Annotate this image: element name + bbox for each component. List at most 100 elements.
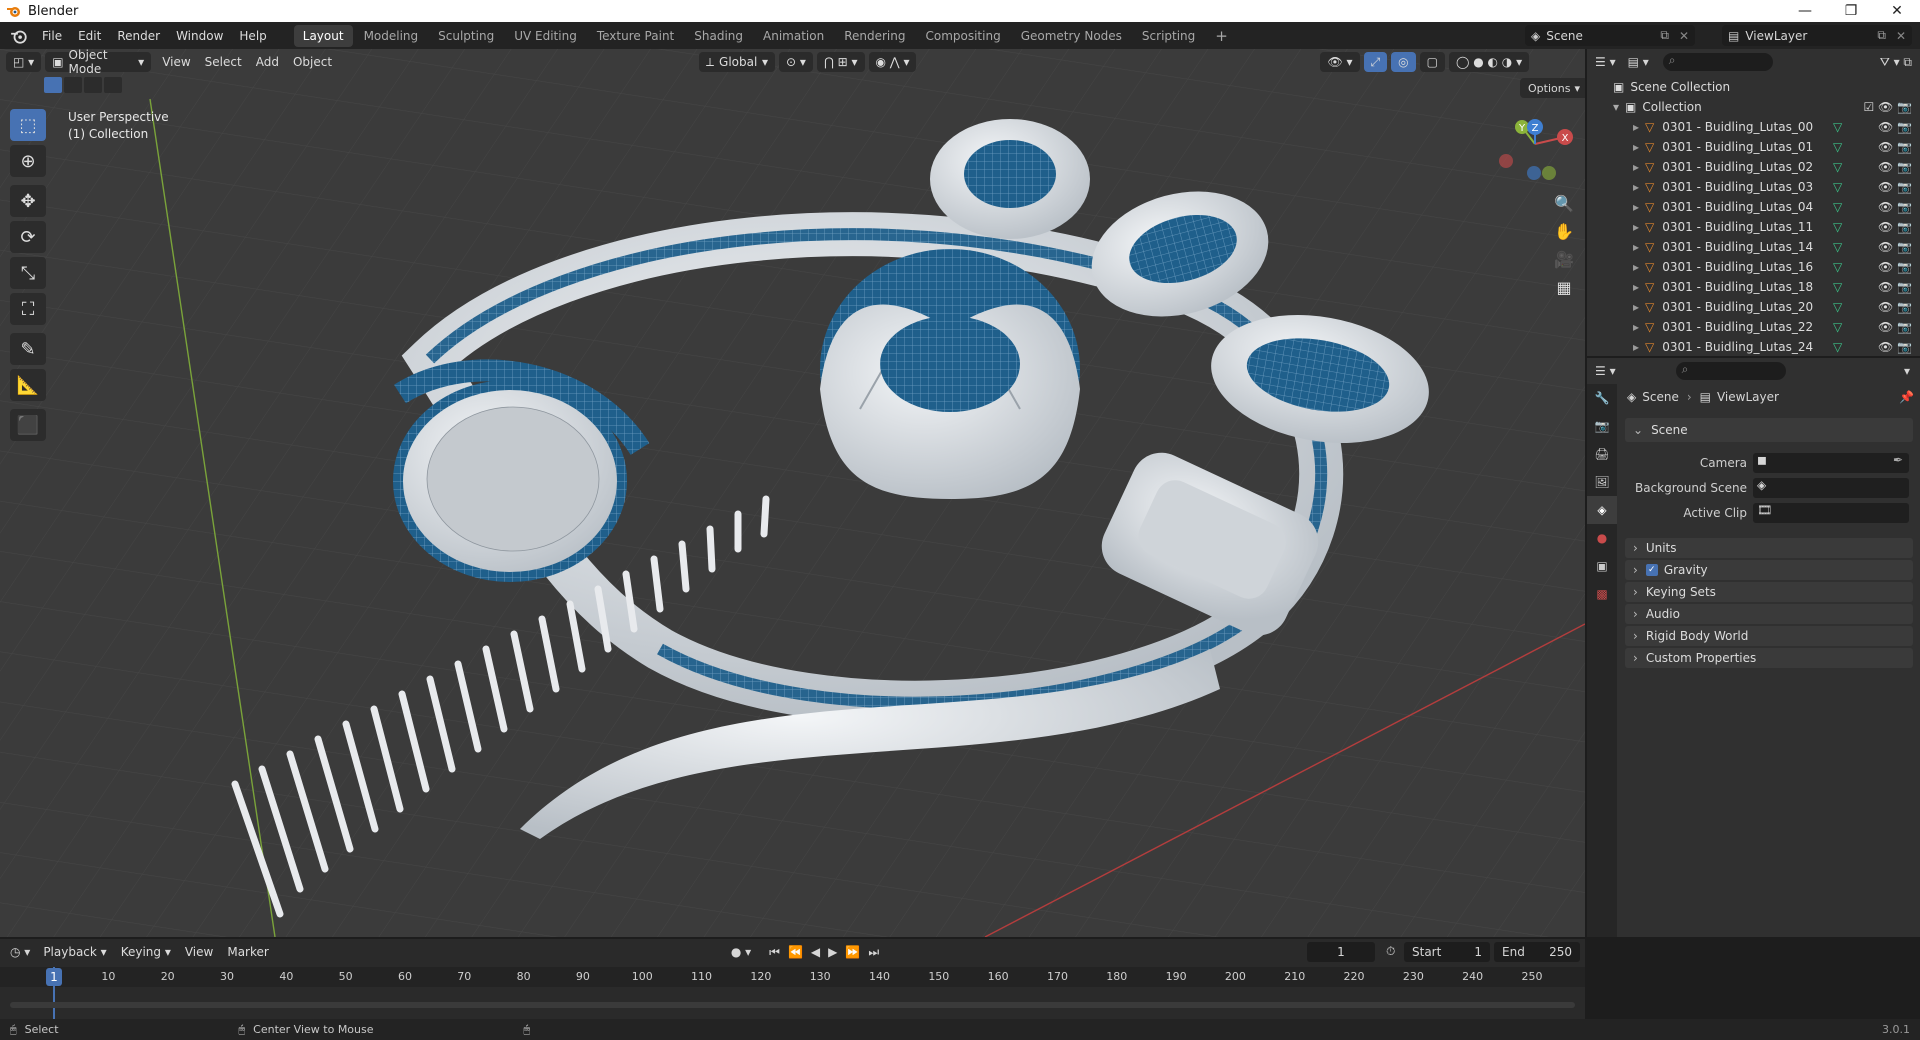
properties-search-input[interactable]: ⌕ — [1675, 362, 1786, 380]
visibility-icons[interactable]: 👁 📷 — [1878, 280, 1912, 294]
timeline-scrollbar[interactable] — [10, 1002, 1575, 1008]
modifier-icon[interactable]: ▽ — [1833, 340, 1842, 354]
gravity-checkbox[interactable]: ✓ — [1645, 564, 1658, 576]
texture-tab-icon[interactable]: ▩ — [1587, 580, 1617, 608]
modifier-icon[interactable]: ▽ — [1833, 260, 1842, 274]
transform-orientation-dropdown[interactable]: ⟂ Global ▾ — [699, 52, 776, 72]
outliner-item[interactable]: ▸ ▽ 0301 - Buidling_Lutas_04 ▽ 👁 📷 — [1587, 197, 1920, 217]
scene-selector[interactable]: ◈ Scene ⧉ ✕ — [1525, 25, 1695, 46]
tab-sculpting[interactable]: Sculpting — [429, 25, 503, 47]
measure-tool[interactable]: 📐 — [10, 369, 46, 401]
menu-help[interactable]: Help — [231, 22, 274, 49]
tab-texture-paint[interactable]: Texture Paint — [588, 25, 683, 47]
perspective-toggle-icon[interactable]: ▦ — [1550, 273, 1578, 301]
tab-modeling[interactable]: Modeling — [355, 25, 428, 47]
properties-section[interactable]: › Audio — [1625, 604, 1913, 624]
blender-menu-icon[interactable] — [10, 27, 28, 45]
modifier-icon[interactable]: ▽ — [1833, 200, 1842, 214]
menu-render[interactable]: Render — [109, 22, 168, 49]
menu-timeline-view[interactable]: View — [178, 945, 220, 959]
remove-viewlayer-icon[interactable]: ✕ — [1896, 29, 1906, 43]
tool-tab-icon[interactable]: 🔧 — [1587, 384, 1617, 412]
viewport-scene[interactable]: X Y Z — [0, 49, 1585, 937]
tab-animation[interactable]: Animation — [754, 25, 833, 47]
outliner-item[interactable]: ▸ ▽ 0301 - Buidling_Lutas_01 ▽ 👁 📷 — [1587, 137, 1920, 157]
outliner-scene-collection[interactable]: ▣ Scene Collection — [1587, 77, 1920, 97]
xray-button[interactable]: ▢ — [1419, 52, 1445, 72]
visibility-icons[interactable]: 👁 📷 — [1878, 140, 1912, 154]
outliner-item[interactable]: ▸ ▽ 0301 - Buidling_Lutas_11 ▽ 👁 📷 — [1587, 217, 1920, 237]
visibility-icons[interactable]: 👁 📷 — [1878, 160, 1912, 174]
visibility-icons[interactable]: 👁 📷 — [1878, 220, 1912, 234]
properties-section[interactable]: › Keying Sets — [1625, 582, 1913, 602]
gizmo-toggle-button[interactable]: ⤢ — [1363, 52, 1388, 72]
background-scene-field[interactable]: ◈ — [1753, 478, 1909, 498]
visibility-icons[interactable]: 👁 📷 — [1878, 200, 1912, 214]
modifier-icon[interactable]: ▽ — [1833, 220, 1842, 234]
outliner-item[interactable]: ▸ ▽ 0301 - Buidling_Lutas_14 ▽ 👁 📷 — [1587, 237, 1920, 257]
clock-icon[interactable]: ⏱ — [1386, 944, 1395, 959]
chevron-down-icon[interactable]: ▾ — [1904, 364, 1910, 378]
viewlayer-selector[interactable]: ▤ ViewLayer ⧉ ✕ — [1722, 25, 1912, 46]
visibility-icons[interactable]: 👁 📷 — [1878, 240, 1912, 254]
editor-type-button[interactable]: ◰ ▾ — [6, 52, 42, 72]
visibility-icons[interactable]: 👁 📷 — [1878, 340, 1912, 354]
menu-view[interactable]: View — [155, 55, 197, 69]
visibility-icons[interactable]: 👁 📷 — [1878, 120, 1912, 134]
zoom-icon[interactable]: 🔍 — [1550, 189, 1578, 217]
select-intersect-icon[interactable] — [104, 77, 122, 93]
display-mode-icon[interactable]: ▤ ▾ — [1628, 55, 1649, 69]
3d-viewport[interactable]: X Y Z ◰ ▾ ▣ Object Mode ▾ View Select Ad… — [0, 49, 1585, 937]
properties-editor-icon[interactable]: ☰ ▾ — [1595, 364, 1616, 378]
tab-compositing[interactable]: Compositing — [916, 25, 1009, 47]
overlay-toggle-button[interactable]: ◎ — [1391, 52, 1416, 72]
visibility-icons[interactable]: 👁 📷 — [1878, 300, 1912, 314]
expand-arrow-icon[interactable]: ▸ — [1633, 300, 1639, 314]
menu-marker[interactable]: Marker — [220, 945, 275, 959]
outliner-item[interactable]: ▸ ▽ 0301 - Buidling_Lutas_22 ▽ 👁 📷 — [1587, 317, 1920, 337]
camera-field[interactable]: ◼ ✒ — [1753, 453, 1909, 473]
scene-panel-header[interactable]: ⌄ Scene — [1625, 418, 1913, 442]
expand-arrow-icon[interactable]: ▸ — [1633, 240, 1639, 254]
play-reverse-icon[interactable]: ◀ — [811, 945, 820, 960]
select-subtract-icon[interactable] — [84, 77, 102, 93]
end-frame-field[interactable]: End 250 — [1494, 942, 1580, 962]
expand-arrow-icon[interactable]: ▸ — [1633, 260, 1639, 274]
visibility-icons[interactable]: 👁 📷 — [1878, 260, 1912, 274]
visibility-button[interactable]: 👁 ▾ — [1320, 52, 1360, 72]
play-icon[interactable]: ▶ — [828, 945, 837, 960]
expand-arrow-icon[interactable]: ▸ — [1633, 140, 1639, 154]
visibility-icons[interactable]: 👁 📷 — [1878, 180, 1912, 194]
outliner-item[interactable]: ▸ ▽ 0301 - Buidling_Lutas_00 ▽ 👁 📷 — [1587, 117, 1920, 137]
expand-arrow-icon[interactable]: ▸ — [1633, 340, 1639, 354]
expand-arrow-icon[interactable]: ▸ — [1633, 320, 1639, 334]
camera-view-icon[interactable]: 🎥 — [1550, 245, 1578, 273]
snap-button[interactable]: ⋂ ⊞ ▾ — [816, 52, 865, 72]
rotate-tool[interactable]: ⟳ — [10, 221, 46, 253]
properties-section[interactable]: › Custom Properties — [1625, 648, 1913, 668]
add-cube-tool[interactable]: ⬛ — [10, 409, 46, 441]
eyedropper-icon[interactable]: ✒ — [1893, 453, 1903, 467]
pan-hand-icon[interactable]: ✋ — [1550, 217, 1578, 245]
jump-start-icon[interactable]: ⏮ — [769, 945, 780, 960]
current-frame-field[interactable]: 1 — [1307, 942, 1375, 962]
pin-icon[interactable]: 📌 — [1899, 390, 1914, 404]
tab-geometry-nodes[interactable]: Geometry Nodes — [1012, 25, 1131, 47]
expand-arrow-icon[interactable]: ▸ — [1633, 220, 1639, 234]
menu-object[interactable]: Object — [286, 55, 339, 69]
render-tab-icon[interactable]: 📷 — [1587, 412, 1617, 440]
modifier-icon[interactable]: ▽ — [1833, 120, 1842, 134]
add-workspace-button[interactable]: + — [1206, 25, 1237, 47]
new-viewlayer-icon[interactable]: ⧉ — [1877, 28, 1886, 43]
tab-scripting[interactable]: Scripting — [1133, 25, 1204, 47]
playhead-frame-badge[interactable]: 1 — [46, 968, 62, 986]
properties-section[interactable]: › Rigid Body World — [1625, 626, 1913, 646]
outliner-editor-icon[interactable]: ☰ ▾ — [1595, 55, 1616, 69]
select-extend-icon[interactable] — [64, 77, 82, 93]
menu-file[interactable]: File — [34, 22, 70, 49]
proportional-edit-button[interactable]: ◉ ⋀ ▾ — [868, 52, 917, 72]
properties-section[interactable]: › Units — [1625, 538, 1913, 558]
tab-uv-editing[interactable]: UV Editing — [505, 25, 586, 47]
start-frame-field[interactable]: Start 1 — [1404, 942, 1490, 962]
menu-keying[interactable]: Keying ▾ — [114, 945, 178, 959]
